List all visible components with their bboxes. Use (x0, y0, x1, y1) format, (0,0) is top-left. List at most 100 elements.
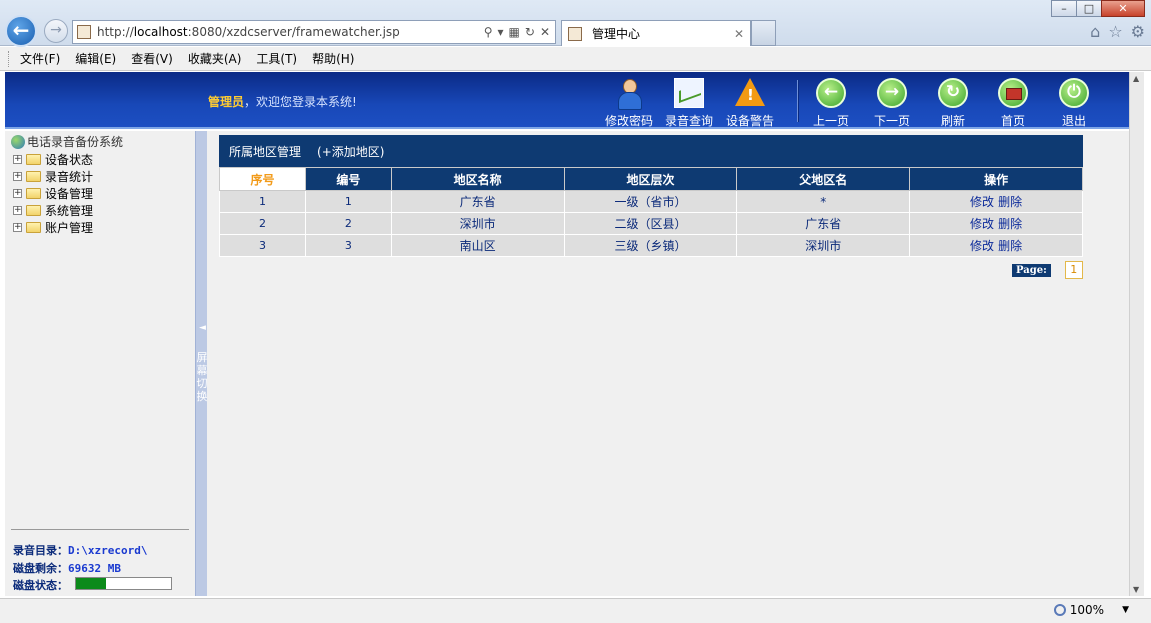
scroll-up-icon[interactable]: ▲ (1133, 74, 1139, 83)
tree-node-recording-stats[interactable]: + 录音统计 (13, 168, 93, 185)
logout-button[interactable]: ⏻ 退出 (1046, 78, 1102, 129)
cell-actions: 修改 删除 (909, 234, 1083, 257)
compat-view-icon[interactable]: ▦ (509, 25, 520, 39)
table-header-row: 序号 编号 地区名称 地区层次 父地区名 操作 (219, 167, 1083, 191)
cell-code: 1 (304, 190, 392, 213)
collapse-arrow-icon[interactable]: ◄ (199, 323, 206, 333)
cell-name: 南山区 (390, 234, 565, 257)
recording-query-button[interactable]: 录音查询 (661, 78, 717, 129)
zoom-control[interactable]: 100% ▼ (1053, 603, 1129, 617)
home-label: 首页 (1000, 114, 1025, 128)
expand-icon[interactable]: + (13, 223, 22, 232)
menu-edit[interactable]: 编辑(E) (75, 50, 116, 67)
home-button[interactable]: 首页 (985, 78, 1041, 129)
col-name: 地区名称 (390, 167, 565, 191)
record-dir-value: D:\xzrecord\ (68, 544, 148, 557)
address-bar[interactable]: http://localhost:8080/xzdcserver/framewa… (72, 20, 556, 44)
device-warning-button[interactable]: ! 设备警告 (722, 78, 778, 129)
browser-chrome: – □ ✕ ← → http://localhost:8080/xzdcserv… (0, 0, 1151, 47)
url-text[interactable]: http://localhost:8080/xzdcserver/framewa… (97, 25, 484, 39)
change-password-button[interactable]: 修改密码 (601, 78, 657, 129)
welcome-message: 管理员，欢迎您登录本系统! (208, 93, 357, 110)
edit-link[interactable]: 修改 (970, 217, 994, 231)
cell-level: 二级（区县） (563, 212, 738, 235)
tree-node-label: 账户管理 (45, 221, 94, 235)
col-parent: 父地区名 (736, 167, 911, 191)
header-divider (797, 80, 799, 122)
expand-icon[interactable]: + (13, 155, 22, 164)
sidebar: 电话录音备份系统 + 设备状态 + 录音统计 + 设备管理 + 系统管理 + 账户管理 录… (5, 131, 195, 596)
back-button[interactable]: ← (5, 15, 37, 47)
disk-usage-fill (76, 578, 107, 589)
cell-code: 3 (304, 234, 392, 257)
sidebar-divider (11, 529, 189, 530)
change-password-label: 修改密码 (604, 114, 653, 128)
zoom-level: 100% (1069, 603, 1105, 617)
menu-tools[interactable]: 工具(T) (256, 50, 297, 67)
tree-node-device-status[interactable]: + 设备状态 (13, 151, 93, 168)
expand-icon[interactable]: + (13, 206, 22, 215)
expand-icon[interactable]: + (13, 189, 22, 198)
refresh-page-button[interactable]: ↻ 刷新 (925, 78, 981, 129)
tree-node-label: 设备状态 (45, 153, 94, 167)
tab-close-icon[interactable]: ✕ (734, 27, 750, 41)
refresh-icon[interactable]: ↻ (525, 25, 535, 39)
menu-favorites[interactable]: 收藏夹(A) (188, 50, 242, 67)
minimize-button[interactable]: – (1051, 0, 1077, 17)
cell-parent: * (736, 190, 911, 213)
tree-node-account-management[interactable]: + 账户管理 (13, 219, 93, 236)
settings-gear-icon[interactable]: ⚙ (1131, 22, 1145, 41)
forward-button[interactable]: → (44, 19, 68, 43)
panel-header: 所属地区管理 (+添加地区) (219, 135, 1083, 167)
region-table: 序号 编号 地区名称 地区层次 父地区名 操作 1 1 广东省 一级（省市） *… (219, 167, 1083, 257)
expand-icon[interactable]: + (13, 172, 22, 181)
record-dir-label: 录音目录： (13, 544, 68, 557)
dropdown-icon[interactable]: ▾ (498, 25, 504, 39)
delete-link[interactable]: 删除 (998, 217, 1022, 231)
folder-icon (26, 188, 41, 199)
globe-icon (11, 134, 25, 149)
browser-tab[interactable]: 管理中心 ✕ (561, 20, 751, 46)
cell-level: 一级（省市） (563, 190, 738, 213)
menu-view[interactable]: 查看(V) (131, 50, 173, 67)
refresh-label: 刷新 (940, 114, 965, 128)
next-page-label: 下一页 (873, 114, 910, 128)
page-number-button[interactable]: 1 (1064, 261, 1083, 279)
edit-link[interactable]: 修改 (970, 239, 994, 253)
cell-actions: 修改 删除 (909, 190, 1083, 213)
scroll-down-icon[interactable]: ▼ (1133, 585, 1139, 594)
favorites-star-icon[interactable]: ☆ (1108, 22, 1122, 41)
zoom-dropdown-icon[interactable]: ▼ (1122, 605, 1129, 615)
screen-toggle-splitter[interactable]: ◄ 屏幕切换 (195, 131, 208, 596)
tree-node-label: 系统管理 (45, 204, 94, 218)
tree-node-system-management[interactable]: + 系统管理 (13, 202, 93, 219)
cell-seq: 3 (219, 234, 306, 257)
cell-seq: 1 (219, 190, 306, 213)
vertical-scrollbar[interactable]: ▲ ▼ (1129, 72, 1144, 596)
home-icon[interactable]: ⌂ (1090, 22, 1100, 41)
delete-link[interactable]: 删除 (998, 239, 1022, 253)
power-icon: ⏻ (1059, 78, 1089, 108)
menu-file[interactable]: 文件(F) (20, 50, 60, 67)
tree-root[interactable]: 电话录音备份系统 (11, 133, 123, 150)
main-content: 所属地区管理 (+添加地区) 序号 编号 地区名称 地区层次 父地区名 操作 1… (207, 131, 1129, 596)
search-icon[interactable]: ⚲ (484, 25, 493, 39)
close-window-button[interactable]: ✕ (1101, 0, 1145, 17)
menu-help[interactable]: 帮助(H) (312, 50, 354, 67)
maximize-button[interactable]: □ (1076, 0, 1102, 17)
add-region-link[interactable]: (+添加地区) (317, 143, 384, 160)
edit-link[interactable]: 修改 (970, 195, 994, 209)
next-page-button[interactable]: → 下一页 (864, 78, 920, 129)
tree-node-device-management[interactable]: + 设备管理 (13, 185, 93, 202)
new-tab-button[interactable] (751, 20, 776, 46)
prev-page-button[interactable]: ← 上一页 (803, 78, 859, 129)
table-row: 1 1 广东省 一级（省市） * 修改 删除 (219, 190, 1083, 213)
col-level: 地区层次 (563, 167, 738, 191)
chart-icon (674, 78, 704, 108)
warning-icon-wrap: ! (735, 78, 765, 108)
role-label: 管理员 (208, 95, 245, 109)
disk-free-label: 磁盘剩余： (13, 562, 68, 575)
stop-icon[interactable]: ✕ (540, 25, 550, 39)
delete-link[interactable]: 删除 (998, 195, 1022, 209)
folder-icon (26, 171, 41, 182)
